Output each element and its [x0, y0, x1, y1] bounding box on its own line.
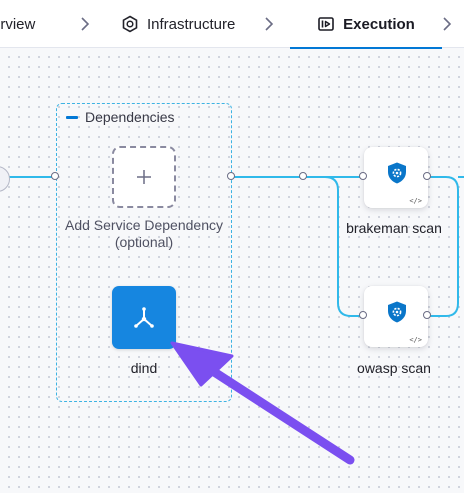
annotation-arrow	[170, 341, 355, 465]
